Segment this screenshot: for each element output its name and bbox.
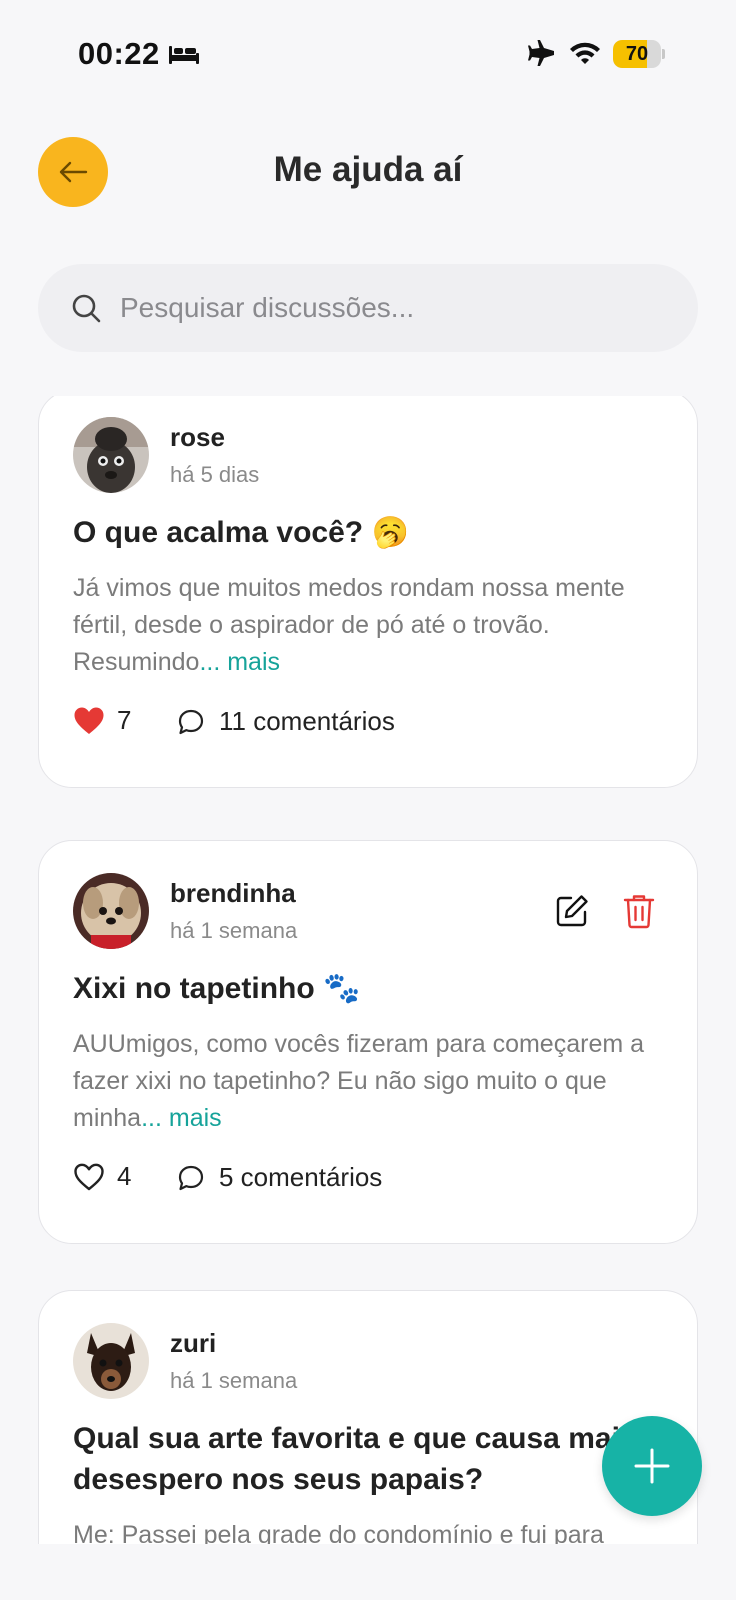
comment-count: 11 comentários xyxy=(219,706,395,736)
username[interactable]: brendinha xyxy=(170,878,296,909)
discussion-card[interactable]: rose há 5 dias O que acalma você? 🥱 Já v… xyxy=(38,396,698,788)
status-bar: 00:22 70 xyxy=(0,0,736,110)
search-bar[interactable] xyxy=(38,264,698,352)
bed-icon xyxy=(169,46,199,64)
like-count: 4 xyxy=(117,1161,132,1191)
post-title[interactable]: O que acalma você? 🥱 xyxy=(73,512,673,553)
new-discussion-button[interactable] xyxy=(602,1416,702,1516)
comment-bubble-icon xyxy=(178,709,204,734)
timestamp: há 5 dias xyxy=(170,462,260,487)
username[interactable]: rose xyxy=(170,422,225,453)
delete-post-button[interactable] xyxy=(623,893,655,929)
search-input[interactable] xyxy=(120,264,660,352)
comment-count: 5 comentários xyxy=(219,1162,383,1192)
like-button[interactable]: 4 xyxy=(73,1161,131,1192)
post-excerpt: Já vimos que muitos medos rondam nossa m… xyxy=(73,570,653,681)
discussion-feed[interactable]: rose há 5 dias O que acalma você? 🥱 Já v… xyxy=(0,396,736,1544)
like-count: 7 xyxy=(117,705,132,735)
comments-button[interactable]: 5 comentários xyxy=(177,1162,382,1193)
like-button[interactable]: 7 xyxy=(73,705,131,736)
battery-icon: 70 xyxy=(613,40,665,68)
edit-post-button[interactable] xyxy=(554,893,590,929)
read-more-link[interactable]: ... mais xyxy=(199,648,280,676)
avatar[interactable] xyxy=(73,417,149,493)
screen: 00:22 70 Me ajuda aí Pesquisar discussõe… xyxy=(0,0,736,1600)
airplane-icon xyxy=(528,40,554,66)
heart-outline-icon xyxy=(74,1163,104,1190)
page-title: Me ajuda aí xyxy=(273,150,463,189)
battery-level-text: 70 xyxy=(625,43,649,65)
avatar[interactable] xyxy=(73,873,149,949)
plus-icon xyxy=(634,1448,670,1484)
username[interactable]: zuri xyxy=(170,1328,216,1359)
heart-filled-icon xyxy=(74,707,104,734)
edit-icon xyxy=(556,895,588,927)
timestamp: há 1 semana xyxy=(170,918,298,943)
comment-bubble-icon xyxy=(178,1165,204,1190)
comments-button[interactable]: 11 comentários xyxy=(177,706,395,737)
post-excerpt-text: Já vimos que muitos medos rondam nossa m… xyxy=(73,574,625,676)
post-title[interactable]: Qual sua arte favorita e que causa mais … xyxy=(73,1418,673,1500)
discussion-card[interactable]: brendinha há 1 semana Xixi no tapetinho … xyxy=(38,840,698,1244)
avatar[interactable] xyxy=(73,1323,149,1399)
search-icon xyxy=(72,294,101,323)
post-excerpt: Me: Passei pela grade do condomínio e fu… xyxy=(73,1517,673,1544)
read-more-link[interactable]: ... mais xyxy=(141,1104,222,1132)
discussion-card[interactable]: zuri há 1 semana Qual sua arte favorita … xyxy=(38,1290,698,1544)
post-excerpt-text: Me: Passei pela grade do condomínio e fu… xyxy=(73,1521,604,1544)
post-title[interactable]: Xixi no tapetinho 🐾 xyxy=(73,968,673,1009)
timestamp: há 1 semana xyxy=(170,1368,298,1393)
post-excerpt: AUUmigos, como vocês fizeram para começa… xyxy=(73,1026,653,1137)
status-time: 00:22 xyxy=(78,36,160,71)
trash-icon xyxy=(623,895,655,929)
wifi-icon xyxy=(570,42,600,64)
